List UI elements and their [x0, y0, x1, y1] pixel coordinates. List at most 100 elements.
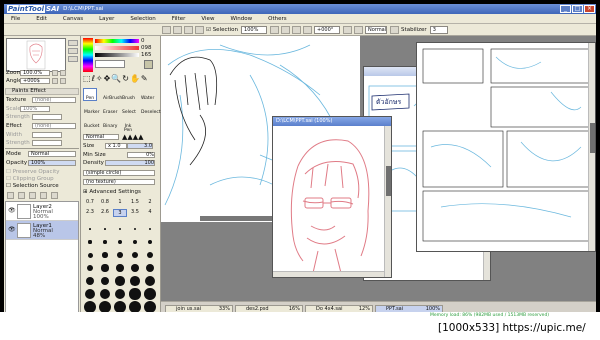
- zoom-icon[interactable]: 🔍: [111, 74, 121, 83]
- nav-zoom-minus-icon[interactable]: [52, 70, 58, 76]
- brush-dot-preset[interactable]: [147, 239, 153, 245]
- nav-zoom-plus-icon[interactable]: [60, 70, 66, 76]
- brush-texture-select[interactable]: (no texture): [83, 179, 155, 185]
- tool-pen[interactable]: Pen: [83, 88, 97, 101]
- brush-dot-preset[interactable]: [88, 240, 92, 244]
- undo-icon[interactable]: [162, 25, 171, 34]
- brush-dot-preset[interactable]: [118, 227, 122, 231]
- brush-dot-preset[interactable]: [114, 288, 126, 300]
- zoom-out-icon[interactable]: [270, 25, 280, 34]
- new-folder-icon[interactable]: [18, 192, 25, 199]
- brush-dot-preset[interactable]: [100, 276, 110, 286]
- texture-select[interactable]: (none): [32, 97, 76, 103]
- tool-empty[interactable]: [140, 116, 154, 129]
- effect-select[interactable]: (none): [32, 123, 76, 129]
- mode-select[interactable]: Normal: [28, 151, 76, 157]
- brush-dot-preset[interactable]: [144, 288, 156, 300]
- tool-deselect[interactable]: Deselect: [140, 102, 161, 115]
- brush-shape-select[interactable]: (simple circle): [83, 170, 155, 176]
- active-hscroll[interactable]: [273, 271, 384, 277]
- brush-dot-preset[interactable]: [148, 227, 152, 231]
- lasso-icon[interactable]: ℓ: [92, 74, 95, 83]
- nav-angle-field[interactable]: +000$: [20, 78, 50, 84]
- preserve-opacity-checkbox[interactable]: ☐ Preserve Opacity: [6, 169, 59, 175]
- canvas-window-active[interactable]: D:\LCM\PPT.sai (100%): [272, 116, 392, 278]
- brush-shape-icons[interactable]: ▲▲▲▲: [122, 133, 144, 141]
- menu-view[interactable]: View: [194, 16, 223, 22]
- maximize-button[interactable]: □: [572, 5, 583, 13]
- brush-size-preset[interactable]: 0.7: [83, 199, 97, 207]
- mode-field[interactable]: Normal: [365, 25, 388, 34]
- delete-layer-icon[interactable]: [51, 192, 58, 199]
- brush-dot-preset[interactable]: [145, 263, 155, 273]
- selection-checkbox[interactable]: ☑ Selection: [206, 27, 238, 33]
- brush-dot-preset[interactable]: [116, 264, 124, 272]
- swatch-strip[interactable]: [95, 60, 125, 68]
- menu-edit[interactable]: Edit: [29, 16, 56, 22]
- nav-zoom-field[interactable]: 100.0%: [20, 70, 50, 76]
- active-vscroll[interactable]: [384, 126, 391, 277]
- menu-file[interactable]: File: [4, 16, 29, 22]
- min-size-slider[interactable]: 0%: [127, 152, 155, 158]
- brush-dot-preset[interactable]: [89, 228, 91, 230]
- brush-size-preset[interactable]: 4: [143, 209, 157, 217]
- selection-source-checkbox[interactable]: ☐ Selection Source: [6, 183, 59, 189]
- tool-bucket[interactable]: Bucket: [83, 116, 99, 129]
- brush-dot-preset[interactable]: [115, 276, 125, 286]
- eye-icon[interactable]: 👁: [8, 207, 16, 214]
- minimize-button[interactable]: _: [560, 5, 571, 13]
- tool-mode-select[interactable]: Normal: [83, 134, 119, 140]
- brush-size-preset[interactable]: 2.3: [83, 209, 97, 217]
- navigator-preview[interactable]: [6, 38, 66, 72]
- brush-dot-preset[interactable]: [104, 228, 106, 230]
- brush-dot-preset[interactable]: [130, 276, 140, 286]
- color-hue-bar[interactable]: [83, 38, 93, 72]
- tool-brush[interactable]: Brush: [121, 88, 135, 101]
- brush-dot-preset[interactable]: [118, 240, 122, 244]
- tool-ink-pen[interactable]: Ink Pen: [121, 116, 135, 133]
- hand-icon[interactable]: ✋: [130, 74, 140, 83]
- layer-row-selected[interactable]: 👁 Layer1 Normal 48%: [6, 221, 78, 240]
- brush-dot-preset[interactable]: [146, 251, 154, 259]
- brush-dot-preset[interactable]: [145, 276, 155, 286]
- nav-rotate-right-icon[interactable]: [60, 78, 66, 84]
- brush-size-preset[interactable]: 3.5: [128, 209, 142, 217]
- rotate-left-icon[interactable]: [292, 25, 302, 34]
- saturation-slider[interactable]: [95, 46, 139, 50]
- menu-window[interactable]: Window: [223, 16, 261, 22]
- invert-icon[interactable]: [195, 25, 204, 34]
- paper-effect-header[interactable]: Paints Effect: [5, 88, 79, 95]
- brush-size-preset[interactable]: 2.6: [98, 209, 112, 217]
- layer-icon[interactable]: [390, 25, 400, 34]
- brush-dot-preset[interactable]: [101, 264, 109, 272]
- nav-reset-icon[interactable]: [68, 56, 78, 62]
- strength2-field[interactable]: [32, 140, 62, 146]
- advanced-settings-toggle[interactable]: ⊞ Advanced Settings: [83, 189, 141, 195]
- zoom-in-icon[interactable]: [281, 25, 291, 34]
- brush-dot-preset[interactable]: [132, 239, 138, 245]
- menu-others[interactable]: Others: [261, 16, 295, 22]
- brush-dot-preset[interactable]: [99, 288, 111, 300]
- value-slider[interactable]: [95, 53, 139, 57]
- brush-dot-preset[interactable]: [103, 240, 107, 244]
- stabilizer-field[interactable]: 3: [429, 25, 448, 34]
- brush-size-preset[interactable]: 0.8: [98, 199, 112, 207]
- nav-rotate-left-icon[interactable]: [52, 78, 58, 84]
- redo-icon[interactable]: [173, 25, 182, 34]
- clipping-group-checkbox[interactable]: ☐ Clipping Group: [6, 176, 54, 182]
- clear-icon[interactable]: [40, 192, 47, 199]
- magic-wand-icon[interactable]: ✧: [96, 74, 103, 83]
- brush-size-preset[interactable]: 3: [113, 209, 127, 217]
- zoom-field[interactable]: 100%: [241, 25, 268, 34]
- tool-eraser[interactable]: Eraser: [102, 102, 117, 115]
- brush-dot-preset[interactable]: [117, 252, 123, 258]
- brush-size-preset[interactable]: 2: [143, 199, 157, 207]
- brush-dot-preset[interactable]: [131, 251, 139, 259]
- menu-selection[interactable]: Selection: [123, 16, 164, 22]
- reset-rotation-icon[interactable]: [343, 25, 353, 34]
- move-icon[interactable]: ✥: [104, 74, 111, 83]
- tool-water[interactable]: Water: [140, 88, 154, 101]
- brush-size-preset[interactable]: 1.5: [128, 199, 142, 207]
- brush-dot-preset[interactable]: [102, 252, 108, 258]
- size-slider[interactable]: 3.0: [127, 143, 153, 149]
